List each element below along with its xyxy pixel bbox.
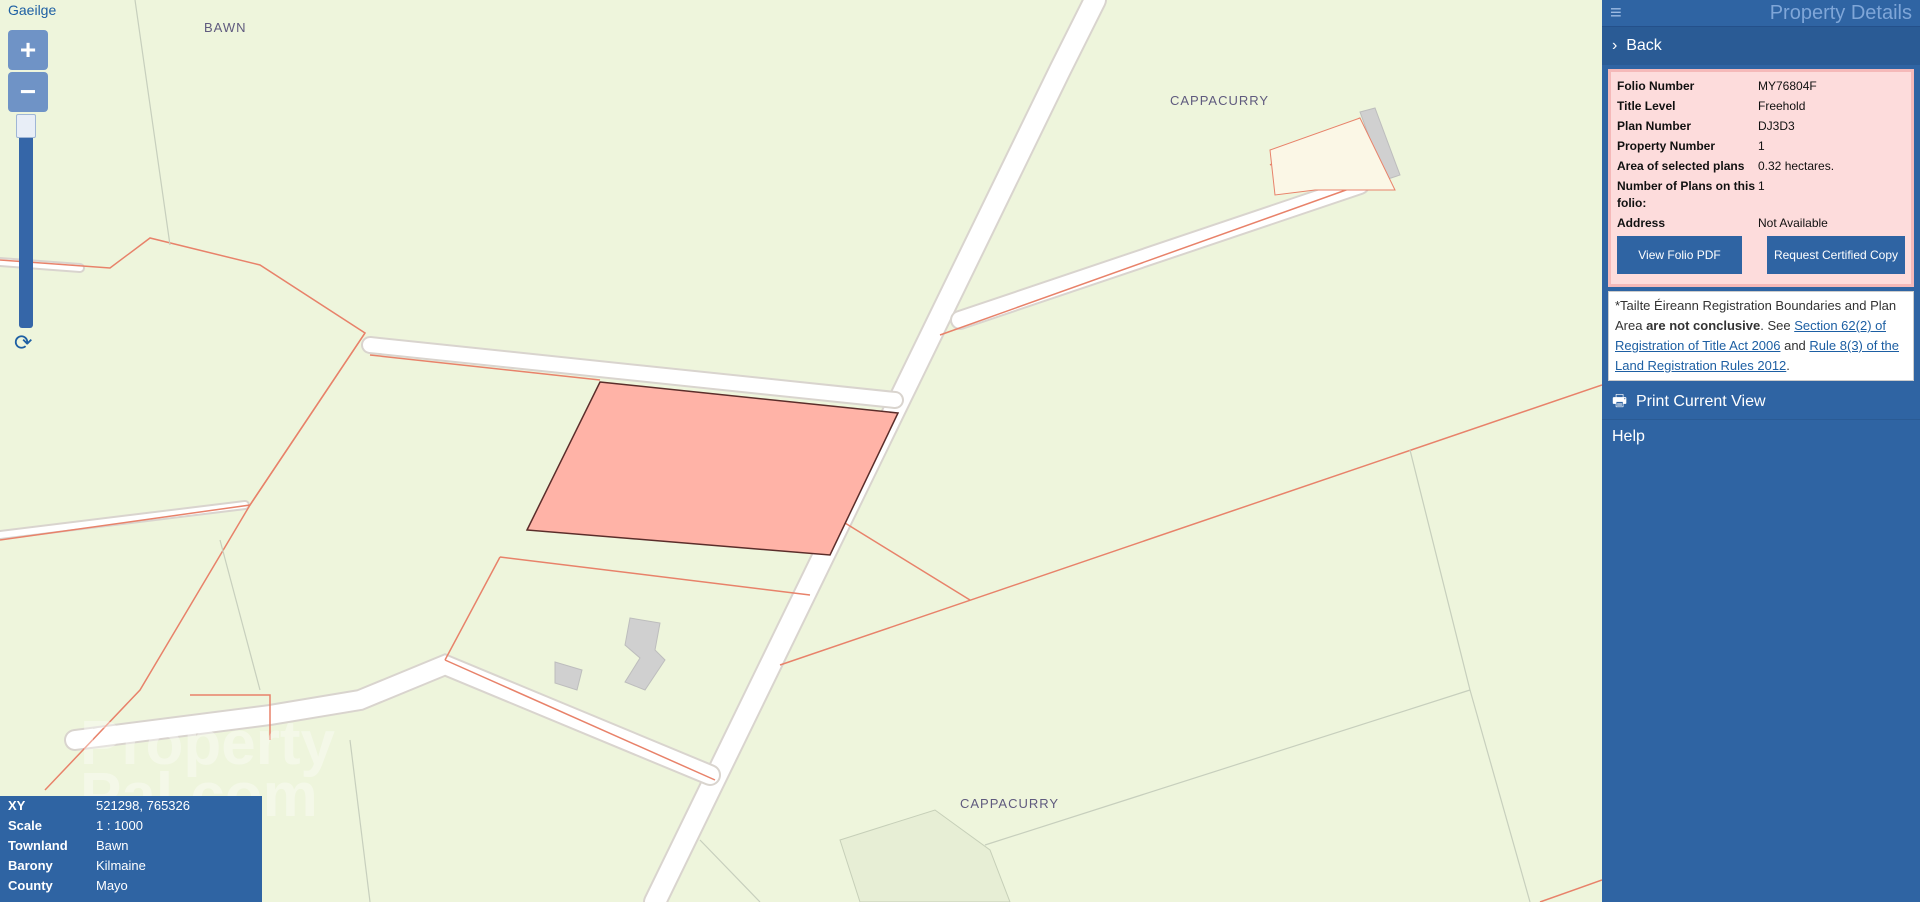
view-folio-pdf-button[interactable]: View Folio PDF <box>1617 236 1742 274</box>
info-key: XY <box>8 798 26 813</box>
property-details-box: Folio Number MY76804F Title Level Freehold… <box>1608 69 1914 287</box>
place-label: CAPPACURRY <box>960 796 1060 811</box>
chevron-right-icon: › <box>1612 37 1618 54</box>
note-bold: are not conclusive <box>1646 318 1761 333</box>
info-row: Townland Bawn <box>0 836 262 856</box>
zoom-slider-handle[interactable] <box>16 114 36 138</box>
info-row: Barony Kilmaine <box>0 856 262 876</box>
map-canvas[interactable]: Gaeilge + − ⟳ BAWN CAPPACURRY CAPPACURRY… <box>0 0 1602 902</box>
info-key: County <box>8 878 53 893</box>
detail-key: Property Number <box>1617 139 1716 153</box>
detail-row: Title Level Freehold <box>1617 98 1905 115</box>
detail-value: DJ3D3 <box>1758 119 1795 133</box>
language-link[interactable]: Gaeilge <box>8 2 56 18</box>
detail-buttons: View Folio PDF Request Certified Copy <box>1617 236 1905 274</box>
info-key: Scale <box>8 818 42 833</box>
note-end: . <box>1786 358 1790 373</box>
back-label: Back <box>1626 37 1662 54</box>
detail-key: Folio Number <box>1617 79 1695 93</box>
detail-row: Address Not Available <box>1617 215 1905 232</box>
hatched-area <box>839 809 1011 902</box>
detail-key: Area of selected plans <box>1617 159 1745 173</box>
detail-value: Freehold <box>1758 99 1806 113</box>
map-info-box: XY 521298, 765326 Scale 1 : 1000 Townland B… <box>0 796 262 902</box>
info-value: Bawn <box>96 838 129 853</box>
info-value: Mayo <box>96 878 128 893</box>
info-key: Barony <box>8 858 53 873</box>
detail-row: Number of Plans on this folio: 1 <box>1617 178 1905 212</box>
zoom-slider-track[interactable] <box>19 118 33 328</box>
refresh-icon[interactable]: ⟳ <box>14 330 32 356</box>
detail-key: Title Level <box>1617 99 1676 113</box>
detail-key: Plan Number <box>1617 119 1692 133</box>
info-row: Scale 1 : 1000 <box>0 816 262 836</box>
note-mid: . See <box>1760 318 1795 333</box>
request-certified-copy-button[interactable]: Request Certified Copy <box>1767 236 1905 274</box>
back-button[interactable]: › Back <box>1602 26 1920 65</box>
detail-value: 1 <box>1758 179 1765 193</box>
place-label: CAPPACURRY <box>1170 93 1270 108</box>
info-value: 521298, 765326 <box>96 798 190 813</box>
detail-value: Not Available <box>1758 216 1828 230</box>
detail-value: 1 <box>1758 139 1765 153</box>
detail-key: Address <box>1617 216 1666 230</box>
zoom-out-button[interactable]: − <box>8 72 48 112</box>
print-current-view-button[interactable]: 🖶 Print Current View <box>1602 385 1920 420</box>
note-and: and <box>1780 338 1810 353</box>
detail-value: MY76804F <box>1758 79 1817 93</box>
property-details-panel: ≡ Property Details › Back Folio Number MY… <box>1602 0 1920 902</box>
detail-row: Property Number 1 <box>1617 138 1905 155</box>
info-value: Kilmaine <box>96 858 146 873</box>
disclaimer-note: *Tailte Éireann Registration Boundaries … <box>1608 291 1914 381</box>
detail-row: Area of selected plans 0.32 hectares. <box>1617 158 1905 175</box>
panel-title: Property Details <box>1769 1 1912 24</box>
info-row: County Mayo <box>0 876 262 896</box>
detail-row: Plan Number DJ3D3 <box>1617 118 1905 135</box>
info-row: XY 521298, 765326 <box>0 796 262 816</box>
help-link[interactable]: Help <box>1602 420 1920 454</box>
detail-value: 0.32 hectares. <box>1758 159 1835 173</box>
detail-key: Number of Plans on this folio: <box>1617 179 1756 210</box>
selected-parcel[interactable] <box>525 381 900 556</box>
print-label: Print Current View <box>1636 393 1766 410</box>
menu-icon[interactable]: ≡ <box>1610 2 1622 25</box>
place-label: BAWN <box>204 20 247 35</box>
info-value: 1 : 1000 <box>96 818 143 833</box>
detail-row: Folio Number MY76804F <box>1617 78 1905 95</box>
panel-header: ≡ Property Details <box>1602 0 1920 26</box>
zoom-in-button[interactable]: + <box>8 30 48 70</box>
info-key: Townland <box>8 838 68 853</box>
printer-icon: 🖶 <box>1612 393 1628 410</box>
